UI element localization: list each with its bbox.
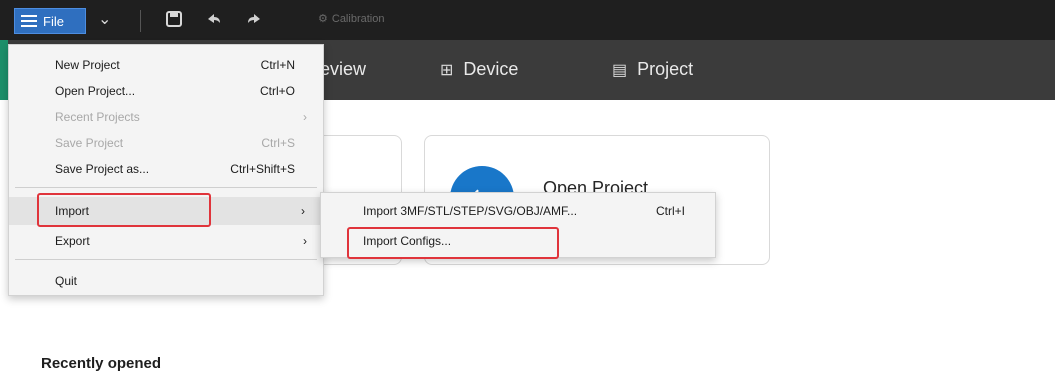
tab-preview[interactable]: eview (320, 59, 366, 80)
tab-accent (0, 40, 8, 100)
menu-item-save-project: Save Project Ctrl+S (9, 129, 325, 157)
import-submenu: Import 3MF/STL/STEP/SVG/OBJ/AMF... Ctrl+… (320, 192, 717, 259)
menu-icon (21, 15, 37, 27)
file-menu-label: File (43, 13, 64, 29)
file-menu-button[interactable]: File (14, 8, 86, 34)
menu-item-shortcut: Ctrl+Shift+S (230, 162, 295, 176)
tab-preview-label: eview (320, 59, 367, 79)
menu-item-label: Save Project as... (55, 162, 150, 176)
top-toolbar: File ⌄ ⚙ Calibration (0, 0, 1055, 40)
file-menu: New Project Ctrl+N Open Project... Ctrl+… (8, 44, 324, 296)
submenu-arrow-icon: › (303, 110, 307, 124)
menu-item-label: Save Project (55, 136, 124, 150)
menu-item-recent-projects: Recent Projects › (9, 103, 325, 131)
menu-item-save-project-as[interactable]: Save Project as... Ctrl+Shift+S (9, 155, 325, 183)
project-icon: ▤ (612, 61, 628, 79)
submenu-arrow-icon: › (301, 204, 305, 218)
menu-item-export[interactable]: Export › (9, 227, 325, 255)
menu-item-import-models[interactable]: Import 3MF/STL/STEP/SVG/OBJ/AMF... Ctrl+… (321, 197, 717, 225)
tab-device[interactable]: ⊞ Device (440, 59, 518, 80)
menu-item-shortcut: Ctrl+I (655, 204, 685, 218)
menu-item-shortcut: Ctrl+N (260, 58, 295, 72)
submenu-arrow-icon: › (303, 234, 307, 248)
import-highlight-box (37, 193, 211, 227)
menu-item-label: Quit (55, 274, 78, 288)
redo-icon[interactable] (245, 10, 263, 34)
import-configs-highlight-box (347, 227, 559, 259)
device-icon: ⊞ (440, 61, 454, 79)
calibration-icon: ⚙ (318, 13, 328, 25)
menu-item-new-project[interactable]: New Project Ctrl+N (9, 51, 325, 79)
menu-item-quit[interactable]: Quit (9, 267, 325, 295)
menu-item-shortcut: Ctrl+S (261, 136, 295, 150)
chevron-down-icon[interactable]: ⌄ (98, 10, 111, 30)
calibration-label: Calibration (331, 12, 385, 25)
menu-item-label: Import 3MF/STL/STEP/SVG/OBJ/AMF... (363, 204, 578, 218)
menu-item-label: Open Project... (55, 84, 136, 98)
menu-item-open-project[interactable]: Open Project... Ctrl+O (9, 77, 325, 105)
undo-icon[interactable] (205, 10, 223, 34)
menu-divider (15, 187, 317, 188)
menu-divider (15, 259, 317, 260)
tab-project-label: Project (637, 59, 694, 79)
menu-item-label: Recent Projects (55, 110, 140, 124)
toolbar-divider (140, 10, 141, 32)
recently-opened-heading: Recently opened (41, 355, 162, 372)
tab-project[interactable]: ▤ Project (612, 59, 693, 80)
menu-item-shortcut: Ctrl+O (259, 84, 295, 98)
calibration-button[interactable]: ⚙ Calibration (318, 12, 385, 26)
save-icon[interactable] (165, 10, 183, 34)
menu-item-label: Export (55, 234, 90, 248)
menu-item-label: New Project (55, 58, 120, 72)
tab-device-label: Device (463, 59, 519, 79)
